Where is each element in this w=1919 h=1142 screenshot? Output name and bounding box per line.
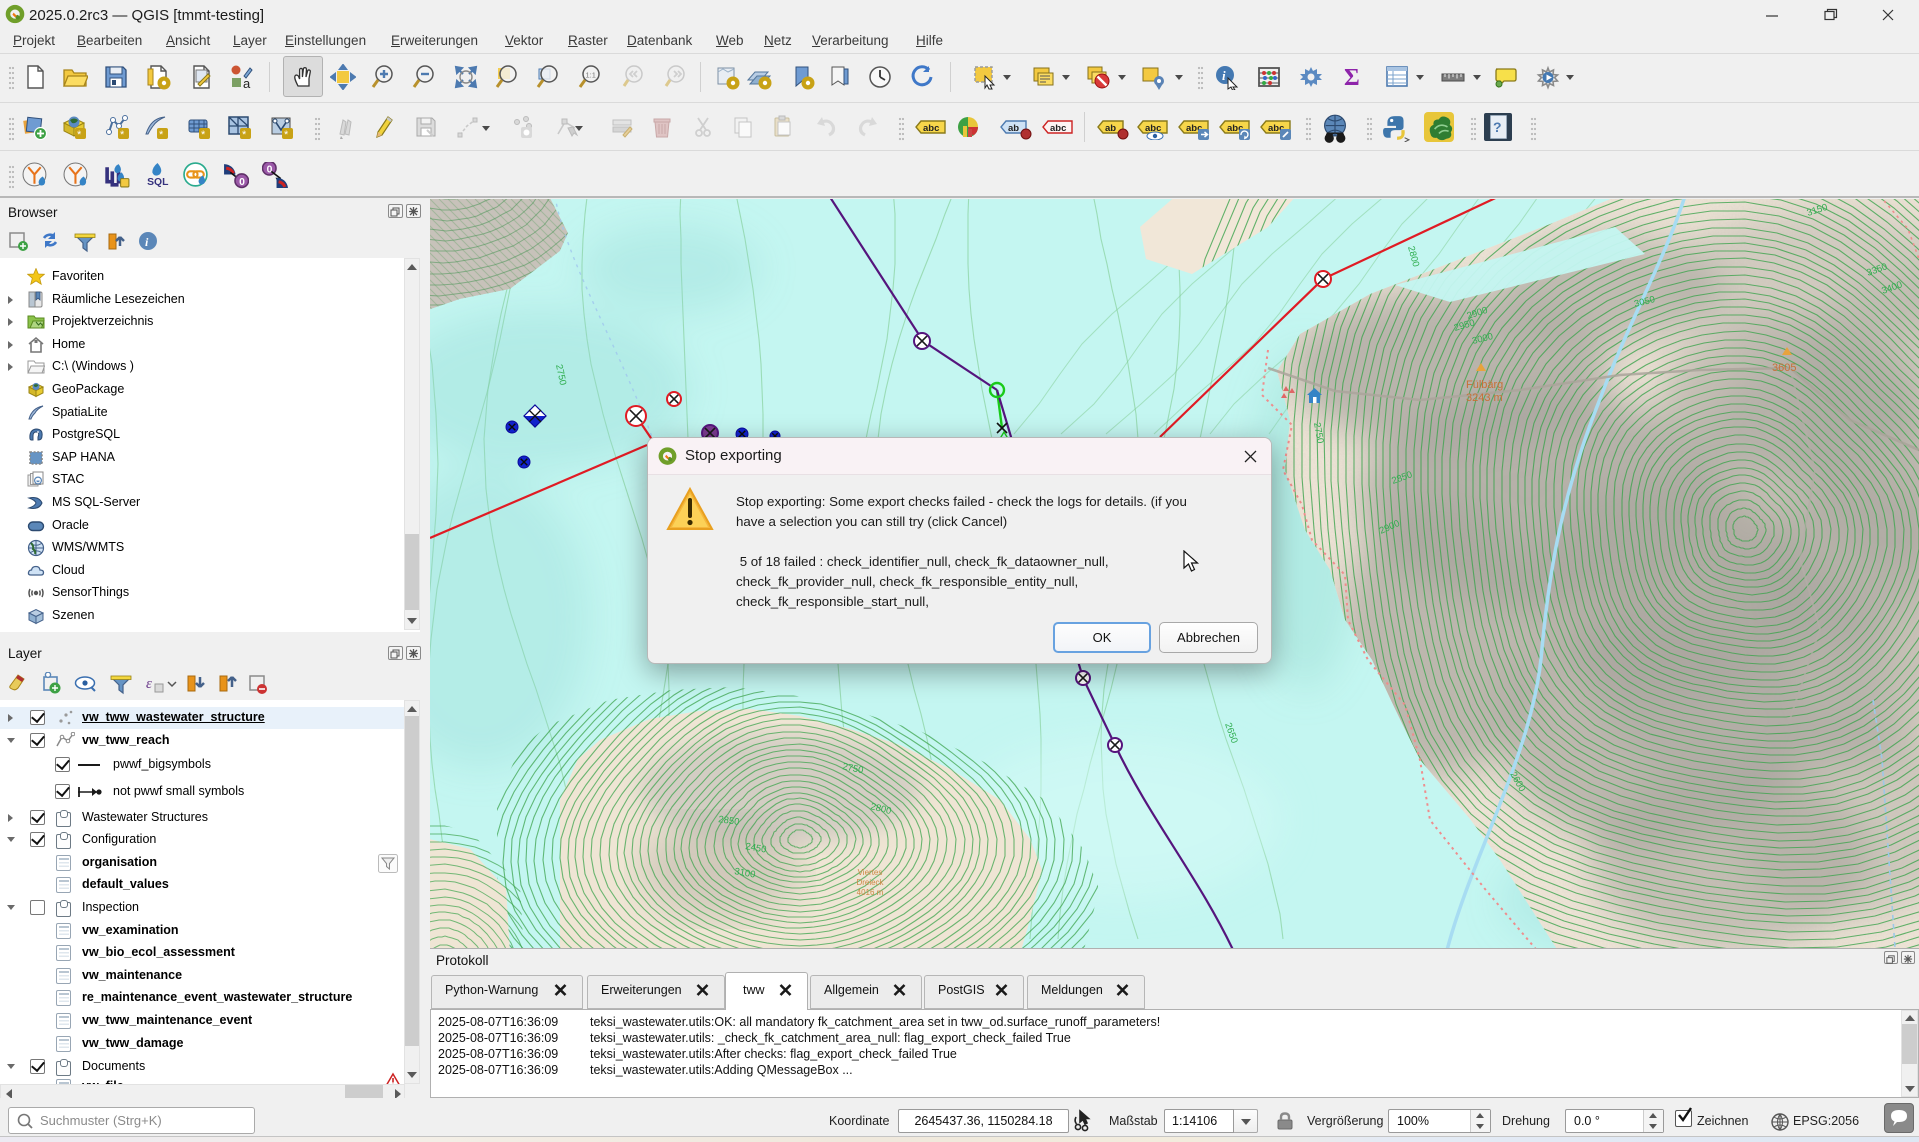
- svg-text:Dreieck: Dreieck: [856, 878, 884, 887]
- svg-text:*: *: [159, 129, 164, 140]
- svg-text:abc: abc: [1050, 123, 1066, 134]
- svg-text:3605: 3605: [1772, 362, 1796, 374]
- svg-text:4016 m: 4016 m: [857, 888, 884, 897]
- svg-text:Fülbärg: Fülbärg: [1466, 379, 1503, 391]
- svg-text:SQL: SQL: [147, 177, 169, 188]
- svg-text:0: 0: [239, 177, 245, 188]
- svg-text:ab: ab: [1008, 123, 1019, 134]
- svg-text:*: *: [120, 129, 125, 140]
- svg-text:*: *: [242, 129, 247, 140]
- svg-text:*: *: [201, 129, 206, 140]
- svg-text:Σ: Σ: [1344, 65, 1360, 90]
- svg-text:i: i: [1222, 68, 1226, 83]
- svg-text:abc: abc: [923, 123, 939, 134]
- svg-text:*: *: [284, 129, 289, 140]
- svg-text:Viertes: Viertes: [858, 868, 883, 877]
- svg-text:0: 0: [267, 164, 273, 175]
- svg-text:*: *: [77, 129, 82, 140]
- svg-text:a: a: [243, 76, 251, 90]
- svg-text:ε: ε: [146, 676, 152, 692]
- svg-text:3243 m: 3243 m: [1466, 392, 1503, 404]
- svg-text:1:1: 1:1: [586, 71, 596, 80]
- svg-text:ab: ab: [1105, 123, 1116, 134]
